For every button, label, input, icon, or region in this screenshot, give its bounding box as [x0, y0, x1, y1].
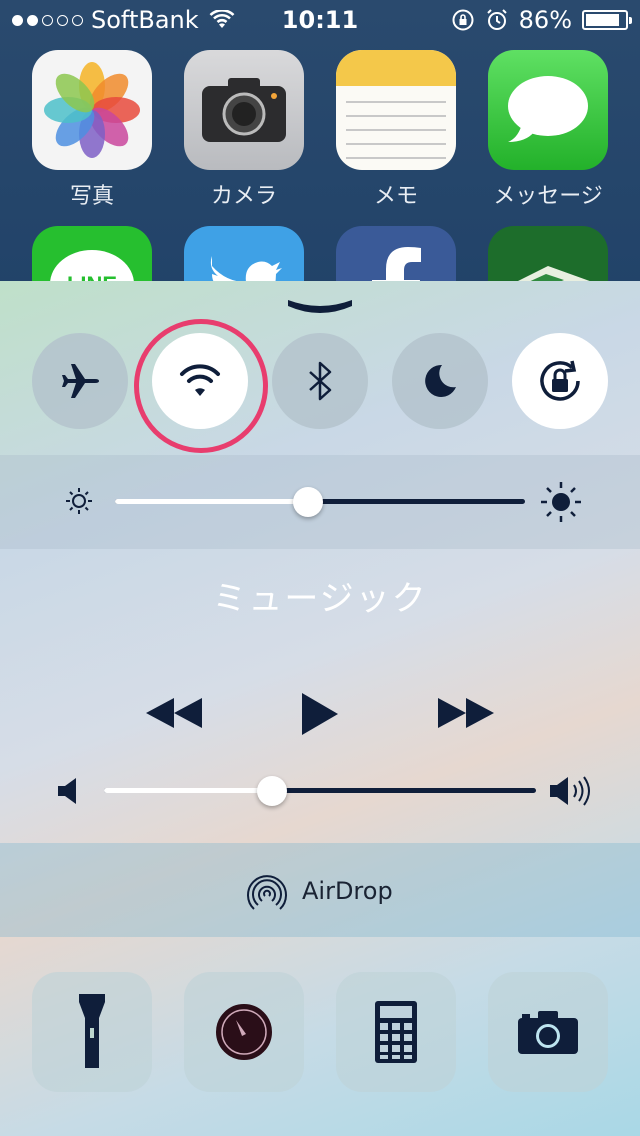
app-photos[interactable]: 写真 [32, 50, 152, 210]
control-center[interactable]: ミュージック AirDrop [0, 281, 640, 1136]
calculator-button[interactable] [336, 972, 456, 1092]
brightness-slider[interactable] [115, 487, 525, 517]
volume-knob[interactable] [257, 776, 288, 806]
app-notes[interactable]: メモ [336, 50, 456, 210]
brightness-knob[interactable] [292, 487, 323, 517]
bluetooth-icon [309, 361, 332, 401]
moon-icon [425, 364, 456, 397]
do-not-disturb-toggle[interactable] [392, 333, 488, 429]
alarm-status-icon [486, 9, 507, 30]
airdrop-label: AirDrop [302, 877, 393, 905]
app-label: メッセージ [493, 184, 603, 209]
rotation-lock-icon [540, 360, 580, 401]
chevron-down-icon[interactable] [284, 294, 356, 316]
app-label: メモ [373, 184, 418, 209]
battery-icon [582, 10, 632, 30]
messages-icon [488, 50, 608, 170]
rewind-icon[interactable] [144, 696, 204, 730]
app-messages[interactable]: メッセージ [488, 50, 608, 210]
status-bar: SoftBank 10:11 86% [0, 0, 640, 40]
app-label: 写真 [69, 184, 114, 209]
flashlight-button[interactable] [32, 972, 152, 1092]
airdrop-icon [247, 875, 287, 910]
brightness-track-fill [115, 499, 308, 504]
volume-slider[interactable] [104, 776, 536, 806]
notes-icon [336, 50, 456, 170]
app-label: カメラ [210, 184, 277, 209]
rotation-lock-toggle[interactable] [512, 333, 608, 429]
status-right: 86% [451, 6, 632, 34]
app-camera[interactable]: カメラ [184, 50, 304, 210]
music-title: ミュージック [212, 579, 428, 619]
volume-low-icon [58, 778, 76, 804]
wifi-highlight-ring [134, 319, 268, 453]
volume-track-fill [104, 788, 273, 793]
camera-icon [518, 1011, 578, 1054]
battery-percent: 86% [518, 6, 572, 34]
brightness-low-icon [66, 488, 92, 514]
brightness-high-icon [541, 482, 581, 522]
battery-fill [586, 14, 619, 26]
play-icon[interactable] [300, 691, 340, 737]
airplane-mode-toggle[interactable] [32, 333, 128, 429]
photos-icon [32, 50, 152, 170]
calculator-icon [375, 1001, 417, 1063]
rotation-lock-status-icon [452, 9, 474, 31]
fast-forward-icon[interactable] [436, 696, 496, 730]
bluetooth-toggle[interactable] [272, 333, 368, 429]
airplane-icon [62, 364, 99, 398]
volume-high-icon [550, 776, 590, 806]
timer-button[interactable] [184, 972, 304, 1092]
camera-shortcut-button[interactable] [488, 972, 608, 1092]
timer-icon [216, 1004, 272, 1060]
camera-icon [184, 50, 304, 170]
flashlight-icon [79, 994, 105, 1068]
